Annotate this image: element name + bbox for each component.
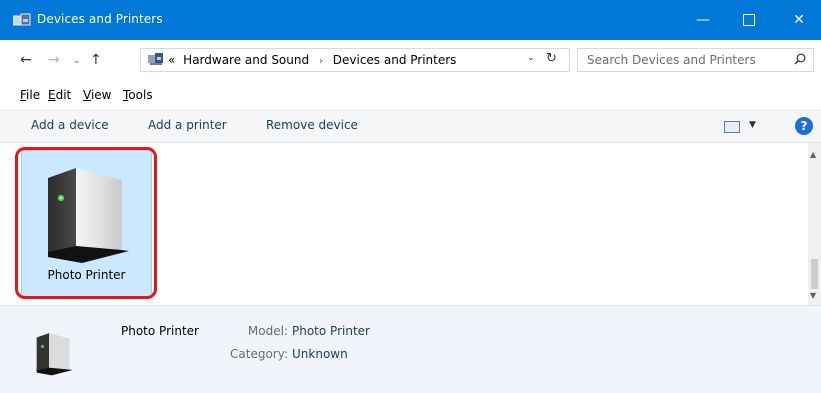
recent-locations-dropdown[interactable]: ⌄: [73, 56, 81, 66]
scrollbar-thumb[interactable]: [811, 259, 818, 289]
close-button[interactable]: ✕: [776, 0, 821, 40]
scroll-down-icon[interactable]: ▼: [810, 291, 816, 300]
details-pane: Photo Printer Model: Photo Printer Categ…: [0, 305, 821, 393]
menu-tools[interactable]: Tools: [123, 88, 153, 102]
menu-view[interactable]: View: [83, 88, 111, 102]
command-bar: Add a device Add a printer Remove device…: [0, 111, 821, 143]
help-button[interactable]: ?: [795, 117, 813, 135]
vertical-scrollbar[interactable]: ▲ ▼: [808, 143, 821, 305]
menu-file[interactable]: File: [20, 88, 40, 102]
model-label: Model:: [247, 324, 288, 338]
devices-printers-icon: [13, 13, 31, 26]
breadcrumb: « Hardware and Sound › Devices and Print…: [168, 53, 456, 67]
change-view-icon[interactable]: [724, 121, 740, 133]
menu-bar: File Edit View Tools: [0, 82, 821, 111]
breadcrumb-devices-and-printers[interactable]: Devices and Printers: [333, 53, 457, 67]
search-input[interactable]: Search Devices and Printers: [577, 48, 814, 72]
forward-button[interactable]: →: [48, 52, 60, 68]
devices-view: Photo Printer ▲ ▼: [0, 143, 821, 305]
back-button[interactable]: ←: [20, 52, 32, 68]
title-bar: Devices and Printers — ✕: [0, 0, 821, 40]
view-dropdown-icon[interactable]: ▼: [749, 120, 756, 130]
address-bar[interactable]: « Hardware and Sound › Devices and Print…: [140, 48, 570, 72]
refresh-button[interactable]: ↻: [546, 51, 557, 66]
up-button[interactable]: ↑: [90, 52, 102, 68]
printer-device-icon: [36, 333, 73, 376]
add-device-button[interactable]: Add a device: [31, 118, 109, 132]
menu-edit[interactable]: Edit: [48, 88, 71, 102]
details-device-name: Photo Printer: [121, 324, 199, 338]
breadcrumb-overflow[interactable]: «: [168, 53, 175, 67]
breadcrumb-hardware-and-sound[interactable]: Hardware and Sound: [179, 53, 309, 67]
scroll-up-icon[interactable]: ▲: [810, 150, 816, 159]
navigation-bar: ← → ⌄ ↑ « Hardware and Sound › Devices a…: [0, 40, 821, 82]
model-value: Photo Printer: [292, 324, 370, 338]
category-label: Category:: [230, 347, 288, 361]
remove-device-button[interactable]: Remove device: [266, 118, 358, 132]
maximize-icon: [743, 14, 755, 26]
add-printer-button[interactable]: Add a printer: [148, 118, 227, 132]
selection-highlight: [15, 147, 157, 299]
control-panel-icon: [148, 53, 163, 65]
category-value: Unknown: [292, 347, 348, 361]
address-dropdown-icon[interactable]: ⌄: [527, 53, 535, 63]
window-title: Devices and Printers: [37, 12, 163, 26]
search-placeholder: Search Devices and Printers: [587, 53, 756, 67]
minimize-button[interactable]: —: [680, 0, 726, 40]
maximize-button[interactable]: [726, 0, 772, 40]
search-icon[interactable]: [794, 53, 806, 65]
breadcrumb-separator[interactable]: ›: [313, 56, 329, 67]
